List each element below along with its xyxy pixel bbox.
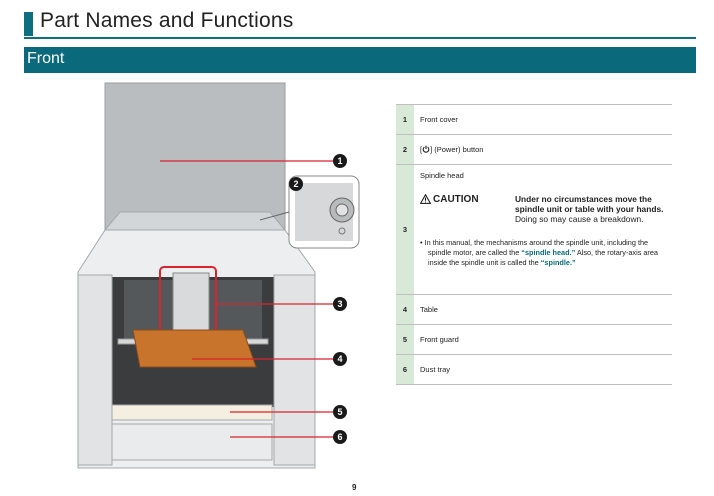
table-row: 2 [] (Power) button bbox=[396, 134, 672, 165]
callout-label-6: 6 bbox=[337, 432, 342, 442]
part-name: Table bbox=[414, 294, 672, 325]
dust-tray bbox=[111, 423, 273, 461]
caution-label: CAUTION bbox=[433, 194, 479, 205]
note-bullet: • bbox=[420, 238, 423, 247]
callout-label-4: 4 bbox=[337, 354, 342, 364]
part-number: 6 bbox=[396, 354, 414, 385]
section-band bbox=[24, 47, 696, 73]
caution-bold-text: Under no circumstances move the spindle … bbox=[515, 194, 664, 214]
part-name: Front cover bbox=[414, 104, 672, 135]
note-term-spindle: “spindle.” bbox=[540, 258, 576, 267]
title-rule bbox=[24, 37, 696, 39]
title-accent-bar bbox=[24, 12, 33, 36]
part-name: Front guard bbox=[414, 324, 672, 355]
spindle-head-label: Spindle head bbox=[420, 171, 464, 180]
table bbox=[132, 329, 257, 368]
part-name: Spindle head CAUTION Under no circumstan… bbox=[414, 164, 672, 295]
table-row: 1 Front cover bbox=[396, 104, 672, 135]
callout-label-2: 2 bbox=[293, 179, 298, 189]
table-row: 5 Front guard bbox=[396, 324, 672, 355]
power-button-label: ] (Power) button bbox=[430, 145, 484, 154]
caution-block: CAUTION Under no circumstances move the … bbox=[420, 194, 666, 224]
side-left bbox=[77, 274, 113, 466]
caution-text: Doing so may cause a breakdown. bbox=[515, 214, 644, 224]
table-row: 6 Dust tray bbox=[396, 354, 672, 385]
warning-icon bbox=[420, 194, 431, 204]
note-term-spindle-head: “spindle head.” bbox=[521, 248, 576, 257]
part-name: [] (Power) button bbox=[414, 134, 672, 165]
part-number: 5 bbox=[396, 324, 414, 355]
part-number: 2 bbox=[396, 134, 414, 165]
part-number: 4 bbox=[396, 294, 414, 325]
callout-label-5: 5 bbox=[337, 407, 342, 417]
page-number: 9 bbox=[352, 483, 357, 492]
callout-label-1: 1 bbox=[337, 156, 342, 166]
table-row: 3 Spindle head CAUTION Under no circumst… bbox=[396, 164, 672, 295]
page-title: Part Names and Functions bbox=[40, 9, 294, 32]
spindle-note: • In this manual, the mechanisms around … bbox=[420, 238, 666, 268]
section-title: Front bbox=[27, 50, 65, 67]
part-number: 1 bbox=[396, 104, 414, 135]
machine-illustration: 1 2 3 4 5 6 bbox=[77, 82, 360, 469]
table-row: 4 Table bbox=[396, 294, 672, 325]
callout-label-3: 3 bbox=[337, 299, 342, 309]
power-icon bbox=[422, 145, 430, 153]
part-name: Dust tray bbox=[414, 354, 672, 385]
parts-table: 1 Front cover 2 [] (Power) button 3 Spin… bbox=[396, 104, 672, 385]
machine-top bbox=[103, 211, 287, 231]
part-number: 3 bbox=[396, 164, 414, 295]
